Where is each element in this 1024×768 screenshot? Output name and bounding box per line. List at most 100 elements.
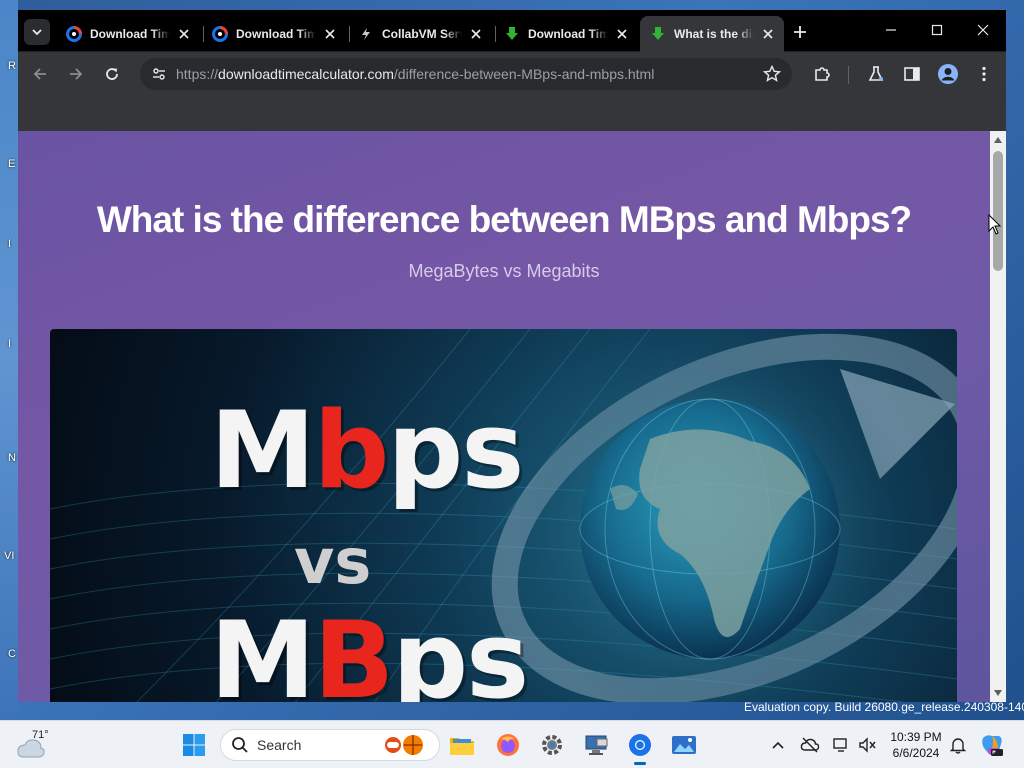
green-download-arrow-icon (650, 26, 666, 42)
side-panel-button[interactable] (900, 62, 924, 86)
desktop-icon-label[interactable]: R (8, 60, 16, 72)
close-icon[interactable] (322, 26, 338, 42)
mouse-cursor-icon (988, 214, 1002, 235)
tab-search-button[interactable] (24, 19, 50, 45)
chevron-down-icon (32, 29, 42, 36)
star-icon (763, 65, 781, 82)
desktop-icon-label[interactable]: C (8, 648, 16, 660)
desktop-icon-label[interactable]: I (8, 238, 11, 250)
tab-label: Download Time Calculator (236, 27, 316, 41)
green-download-arrow-icon (504, 26, 520, 42)
tab-what-is-the-difference[interactable]: What is the difference (640, 16, 784, 52)
evaluation-watermark: Evaluation copy. Build 26080.ge_release.… (744, 700, 1024, 714)
tab-download-time-calculator-2[interactable]: Download Time Calculator (202, 16, 346, 52)
close-icon[interactable] (760, 26, 776, 42)
close-icon[interactable] (468, 26, 484, 42)
arrow-right-icon (70, 68, 83, 80)
chrome-button[interactable] (624, 729, 656, 765)
tray-overflow-button[interactable] (766, 733, 790, 757)
file-explorer-button[interactable] (446, 729, 478, 761)
puzzle-icon (815, 67, 830, 81)
network-status[interactable] (830, 733, 854, 757)
download-time-calculator-icon (66, 26, 82, 42)
close-icon[interactable] (614, 26, 630, 42)
weather-temperature: 71° (32, 729, 49, 741)
collabvm-icon (358, 26, 374, 42)
site-info-icon (153, 68, 165, 80)
windows-logo-icon (183, 734, 205, 756)
scroll-up-button[interactable] (990, 133, 1006, 147)
search-icon (232, 737, 248, 753)
minimize-button[interactable] (868, 14, 914, 46)
photos-button[interactable] (668, 729, 700, 761)
close-icon[interactable] (176, 26, 192, 42)
page-subtitle: MegaBytes vs Megabits (408, 261, 600, 281)
bell-icon (950, 738, 966, 754)
forward-button[interactable] (62, 60, 90, 88)
url-text: https://downloadtimecalculator.com/diffe… (176, 66, 654, 82)
address-bar[interactable]: https://downloadtimecalculator.com/diffe… (140, 58, 792, 90)
plus-icon (794, 26, 806, 38)
folder-icon (450, 738, 474, 755)
new-tab-button[interactable] (788, 20, 812, 44)
tab-label: What is the difference (674, 27, 754, 41)
desktop-icon-label[interactable]: E (8, 158, 15, 170)
clock-date: 6/6/2024 (892, 746, 940, 760)
hero-red-letter: b (313, 389, 389, 512)
bookmark-star-button[interactable] (762, 64, 782, 84)
avatar-icon (938, 64, 958, 84)
url-host: downloadtimecalculator.com (218, 66, 394, 82)
photos-icon (672, 736, 696, 754)
hero-text: Mbps vs MBps (50, 329, 957, 702)
page-title: What is the difference between MBps and … (96, 199, 912, 240)
taskbar-search[interactable]: Search (220, 729, 440, 761)
menu-button[interactable] (972, 62, 996, 86)
tab-download-time-calculator-3[interactable]: Download Time Calculator (494, 16, 638, 52)
desktop-icon-label[interactable]: I (8, 338, 11, 350)
maximize-icon (931, 24, 943, 36)
back-button[interactable] (26, 60, 54, 88)
onedrive-status[interactable] (798, 733, 822, 757)
maximize-button[interactable] (914, 14, 960, 46)
arrow-up-icon (994, 137, 1002, 143)
desktop-icon-label[interactable]: N (8, 452, 16, 464)
site-settings-button[interactable] (142, 58, 176, 90)
system-clock[interactable]: 10:39 PM 6/6/2024 (884, 729, 948, 761)
tab-download-time-calculator-1[interactable]: Download Time Calculator (56, 16, 200, 52)
side-panel-icon (904, 67, 920, 81)
gear-icon (542, 735, 562, 755)
copilot-button[interactable] (978, 731, 1006, 759)
remote-desktop-button[interactable] (580, 729, 612, 761)
tab-label: CollabVM Server (382, 27, 462, 41)
browser-window: Download Time Calculator Download Time C… (18, 10, 1006, 702)
start-button[interactable] (178, 729, 210, 761)
download-time-calculator-icon (212, 26, 228, 42)
desktop-icon-label[interactable]: VI (4, 550, 14, 562)
flask-icon (868, 66, 884, 81)
notifications-button[interactable] (946, 733, 970, 757)
scroll-thumb[interactable] (993, 151, 1003, 271)
weather-widget[interactable]: 71° (14, 727, 54, 763)
tab-strip: Download Time Calculator Download Time C… (18, 10, 1006, 52)
search-label: Search (257, 737, 302, 753)
tab-label: Download Time Calculator (90, 27, 170, 41)
volume-status[interactable] (856, 733, 880, 757)
browser-toolbar: https://downloadtimecalculator.com/diffe… (18, 52, 1006, 96)
url-scheme: https:// (176, 66, 219, 82)
hero-MBps-text: MBps (210, 599, 529, 702)
tab-collabvm-server[interactable]: CollabVM Server (348, 16, 492, 52)
arrow-left-icon (33, 68, 46, 80)
profile-button[interactable] (936, 62, 960, 86)
firefox-button[interactable] (492, 729, 524, 761)
extensions-button[interactable] (810, 62, 834, 86)
reload-button[interactable] (98, 60, 126, 88)
reload-icon (106, 68, 118, 80)
chevron-up-icon (772, 741, 784, 749)
settings-button[interactable] (536, 729, 568, 761)
close-window-button[interactable] (960, 14, 1006, 46)
hero-letter: ps (387, 389, 524, 512)
hero-image: Mbps vs MBps (50, 329, 957, 702)
search-highlight-icon (385, 735, 423, 755)
scroll-down-button[interactable] (990, 686, 1006, 700)
labs-button[interactable] (864, 62, 888, 86)
